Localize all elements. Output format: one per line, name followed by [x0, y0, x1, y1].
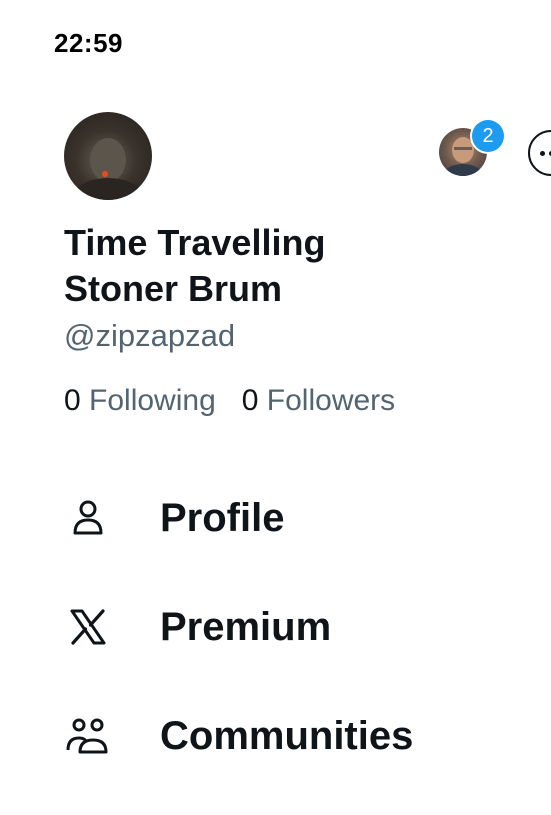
x-logo-icon: [64, 603, 112, 651]
person-icon: [64, 494, 112, 542]
communities-icon: [64, 712, 112, 760]
followers-count: 0: [241, 384, 259, 417]
following-label: Following: [89, 384, 216, 417]
more-options-icon-dot: [539, 150, 545, 156]
avatar-image: [74, 138, 142, 200]
followers-label: Followers: [266, 384, 396, 417]
nav-label-premium: Premium: [160, 604, 332, 649]
nav-item-premium[interactable]: Premium: [64, 597, 331, 657]
nav-item-communities[interactable]: Communities: [64, 706, 413, 766]
status-bar-time: 22:59: [54, 28, 123, 58]
profile-avatar[interactable]: [64, 112, 152, 200]
nav-label-communities: Communities: [160, 713, 414, 758]
follow-stats: 0 Following 0 Followers: [64, 384, 395, 418]
followers-link[interactable]: 0 Followers: [242, 384, 395, 418]
display-name: Time Travelling Stoner Brum: [64, 222, 326, 309]
notification-badge: 2: [472, 120, 504, 152]
nav-item-profile[interactable]: Profile: [64, 488, 284, 548]
following-link[interactable]: 0 Following: [64, 384, 216, 418]
following-count: 0: [64, 384, 81, 417]
more-options-button[interactable]: [528, 130, 551, 176]
nav-label-profile: Profile: [160, 495, 285, 540]
user-handle: @zipzapzad: [64, 318, 236, 353]
